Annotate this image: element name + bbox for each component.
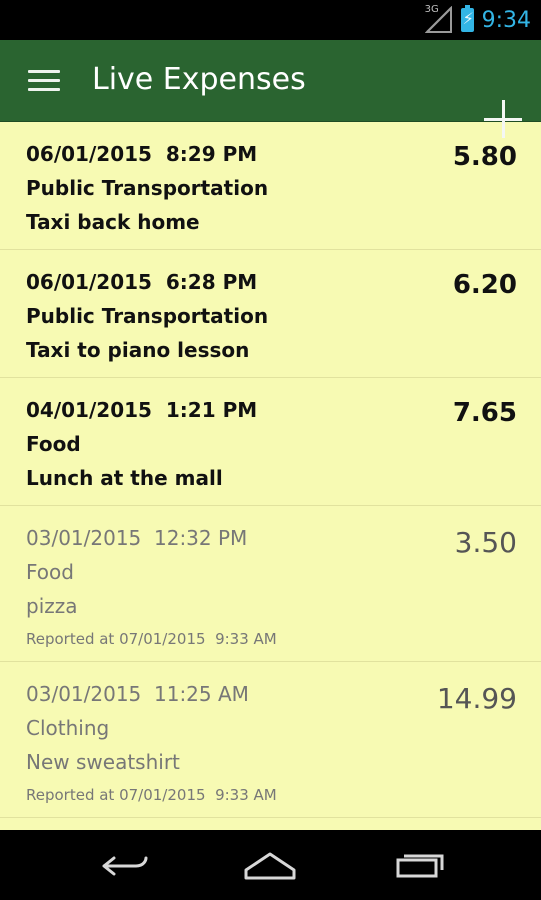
expense-description: New sweatshirt <box>26 750 180 774</box>
recent-apps-button[interactable] <box>370 830 470 900</box>
back-button[interactable] <box>70 830 170 900</box>
app-screen: 3G ⚡ 9:34 Live Expenses 06/01/2015 8:29 … <box>0 0 541 900</box>
app-title: Live Expenses <box>92 62 306 97</box>
expense-row[interactable]: 06/01/2015 8:29 PM Public Transportation… <box>0 122 541 250</box>
expense-description: pizza <box>26 594 78 618</box>
expense-category: Public Transportation <box>26 304 269 328</box>
expense-date: 06/01/2015 8:29 PM <box>26 142 258 166</box>
expense-date: 04/01/2015 1:21 PM <box>26 398 258 422</box>
expense-amount: 5.80 <box>452 142 517 172</box>
expense-category: Food <box>26 560 74 584</box>
navigation-bar <box>0 830 541 900</box>
expense-date: 06/01/2015 6:28 PM <box>26 270 258 294</box>
home-icon <box>244 852 296 880</box>
expense-description: Taxi back home <box>26 210 200 234</box>
home-button[interactable] <box>220 830 320 900</box>
status-time: 9:34 <box>481 7 531 33</box>
expense-row[interactable]: 06/01/2015 6:28 PM Public Transportation… <box>0 250 541 378</box>
reported-timestamp: Reported at 07/01/2015 9:33 AM <box>26 630 277 648</box>
expense-date: 03/01/2015 12:32 PM <box>26 526 248 550</box>
expense-date: 03/01/2015 11:25 AM <box>26 682 249 706</box>
status-bar: 3G ⚡ 9:34 <box>0 0 541 40</box>
expense-amount: 6.20 <box>452 270 517 300</box>
expense-category: Food <box>26 432 81 456</box>
network-type-label: 3G <box>424 4 439 15</box>
recent-apps-icon <box>396 854 444 878</box>
expense-list: 06/01/2015 8:29 PM Public Transportation… <box>0 122 541 818</box>
expense-amount: 3.50 <box>454 526 517 559</box>
expense-category: Public Transportation <box>26 176 269 200</box>
battery-icon: ⚡ <box>460 5 474 32</box>
expense-amount: 7.65 <box>452 398 517 428</box>
expense-amount: 14.99 <box>436 682 517 715</box>
hamburger-menu-icon[interactable] <box>28 70 60 92</box>
expense-row[interactable]: 04/01/2015 1:21 PM Food Lunch at the mal… <box>0 378 541 506</box>
back-arrow-icon <box>102 856 148 876</box>
charging-icon: ⚡ <box>462 9 474 28</box>
expense-description: Taxi to piano lesson <box>26 338 250 362</box>
app-bar: Live Expenses <box>0 40 541 138</box>
expense-category: Clothing <box>26 716 110 740</box>
reported-timestamp: Reported at 07/01/2015 9:33 AM <box>26 786 277 804</box>
expense-description: Lunch at the mall <box>26 466 223 490</box>
expense-row-reported[interactable]: 03/01/2015 12:32 PM Food pizza 3.50 Repo… <box>0 506 541 662</box>
expense-row-reported[interactable]: 03/01/2015 11:25 AM Clothing New sweatsh… <box>0 662 541 818</box>
signal-icon: 3G <box>424 4 453 34</box>
